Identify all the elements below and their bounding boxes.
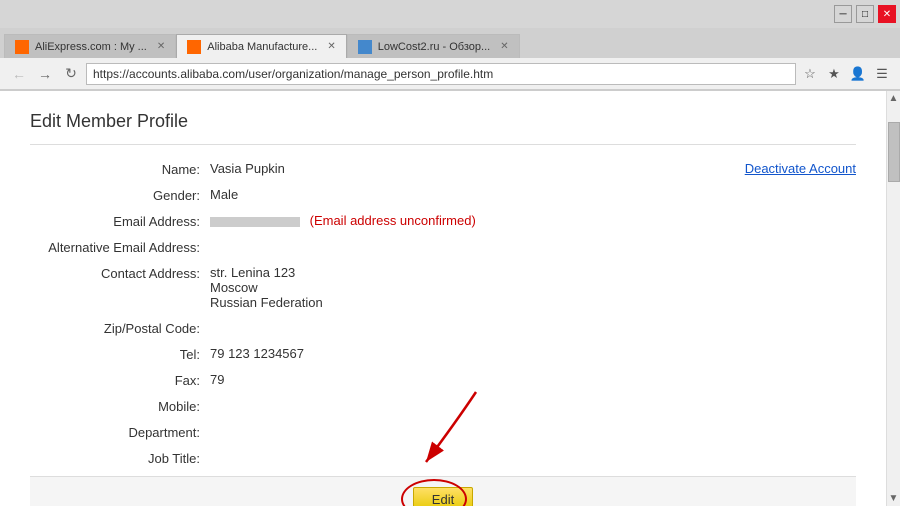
nav-bar: ← → ↻ ☆ ★ 👤 ☰ <box>0 58 900 90</box>
edit-button[interactable]: Edit <box>413 487 473 506</box>
title-bar: ─ □ ✕ <box>0 0 900 28</box>
settings-icon[interactable]: ☰ <box>872 64 892 84</box>
user-icon[interactable]: 👤 <box>848 64 868 84</box>
field-row-name: Name: Vasia Pupkin <box>30 161 725 177</box>
value-name: Vasia Pupkin <box>210 161 725 176</box>
tab-close-alibaba[interactable]: ✕ <box>327 41 335 52</box>
field-row-alt-email: Alternative Email Address: <box>30 239 725 255</box>
close-button[interactable]: ✕ <box>878 5 896 23</box>
forward-button[interactable]: → <box>34 63 56 85</box>
label-contact: Contact Address: <box>30 265 210 281</box>
field-row-jobtitle: Job Title: <box>30 450 725 466</box>
bottom-bar: Edit <box>30 476 856 506</box>
tab-close-ali[interactable]: ✕ <box>157 41 165 52</box>
tab-favicon-alibaba <box>187 40 201 54</box>
window-controls: ─ □ ✕ <box>834 5 896 23</box>
tab-alibaba-label: Alibaba Manufacture... <box>207 41 317 53</box>
field-row-department: Department: <box>30 424 725 440</box>
page-wrapper: Edit Member Profile Name: Vasia Pupkin G… <box>0 91 900 506</box>
label-department: Department: <box>30 424 210 440</box>
deactivate-account-link[interactable]: Deactivate Account <box>745 160 856 176</box>
edit-button-container: Edit <box>413 487 473 506</box>
tab-favicon-lowcost <box>358 40 372 54</box>
value-gender: Male <box>210 187 725 202</box>
tab-bar: AliExpress.com : My ... ✕ Alibaba Manufa… <box>0 28 900 58</box>
label-gender: Gender: <box>30 187 210 203</box>
scroll-up-arrow[interactable]: ▲ <box>887 91 900 106</box>
back-button[interactable]: ← <box>8 63 30 85</box>
label-fax: Fax: <box>30 372 210 388</box>
label-mobile: Mobile: <box>30 398 210 414</box>
scrollbar[interactable]: ▲ ▼ <box>886 91 900 506</box>
value-contact: str. Lenina 123MoscowRussian Federation <box>210 265 725 310</box>
tab-favicon-ali <box>15 40 29 54</box>
minimize-button[interactable]: ─ <box>834 5 852 23</box>
tab-lowcost-label: LowCost2.ru - Обзор... <box>378 41 490 53</box>
value-tel: 79 123 1234567 <box>210 346 725 361</box>
field-row-mobile: Mobile: <box>30 398 725 414</box>
tab-lowcost[interactable]: LowCost2.ru - Обзор... ✕ <box>347 34 520 58</box>
scrollbar-thumb[interactable] <box>888 122 900 182</box>
star-icon[interactable]: ★ <box>824 64 844 84</box>
label-tel: Tel: <box>30 346 210 362</box>
field-row-email: Email Address: (Email address unconfirme… <box>30 213 725 229</box>
field-row-zip: Zip/Postal Code: <box>30 320 725 336</box>
label-jobtitle: Job Title: <box>30 450 210 466</box>
value-email: (Email address unconfirmed) <box>210 213 725 228</box>
tab-aliexpress-label: AliExpress.com : My ... <box>35 41 147 53</box>
address-bar[interactable] <box>86 63 796 85</box>
label-alt-email: Alternative Email Address: <box>30 239 210 255</box>
bookmark-icon[interactable]: ☆ <box>800 64 820 84</box>
field-row-gender: Gender: Male <box>30 187 725 203</box>
profile-fields: Name: Vasia Pupkin Gender: Male Email Ad… <box>30 161 725 476</box>
label-email: Email Address: <box>30 213 210 229</box>
profile-right: Deactivate Account <box>725 161 856 476</box>
field-row-tel: Tel: 79 123 1234567 <box>30 346 725 362</box>
profile-layout: Name: Vasia Pupkin Gender: Male Email Ad… <box>30 161 856 476</box>
label-zip: Zip/Postal Code: <box>30 320 210 336</box>
divider <box>30 144 856 145</box>
maximize-button[interactable]: □ <box>856 5 874 23</box>
email-redacted <box>210 217 300 227</box>
page-content: Edit Member Profile Name: Vasia Pupkin G… <box>0 91 886 506</box>
field-row-contact: Contact Address: str. Lenina 123MoscowRu… <box>30 265 725 310</box>
value-fax: 79 <box>210 372 725 387</box>
tab-aliexpress[interactable]: AliExpress.com : My ... ✕ <box>4 34 176 58</box>
nav-right: ☆ ★ 👤 ☰ <box>800 64 892 84</box>
page-title: Edit Member Profile <box>30 111 856 132</box>
refresh-button[interactable]: ↻ <box>60 63 82 85</box>
tab-alibaba[interactable]: Alibaba Manufacture... ✕ <box>176 34 346 58</box>
browser-chrome: ─ □ ✕ AliExpress.com : My ... ✕ Alibaba … <box>0 0 900 91</box>
field-row-fax: Fax: 79 <box>30 372 725 388</box>
email-unconfirmed: (Email address unconfirmed) <box>310 213 476 228</box>
scroll-down-arrow[interactable]: ▼ <box>887 491 900 506</box>
tab-close-lowcost[interactable]: ✕ <box>500 41 508 52</box>
label-name: Name: <box>30 161 210 177</box>
